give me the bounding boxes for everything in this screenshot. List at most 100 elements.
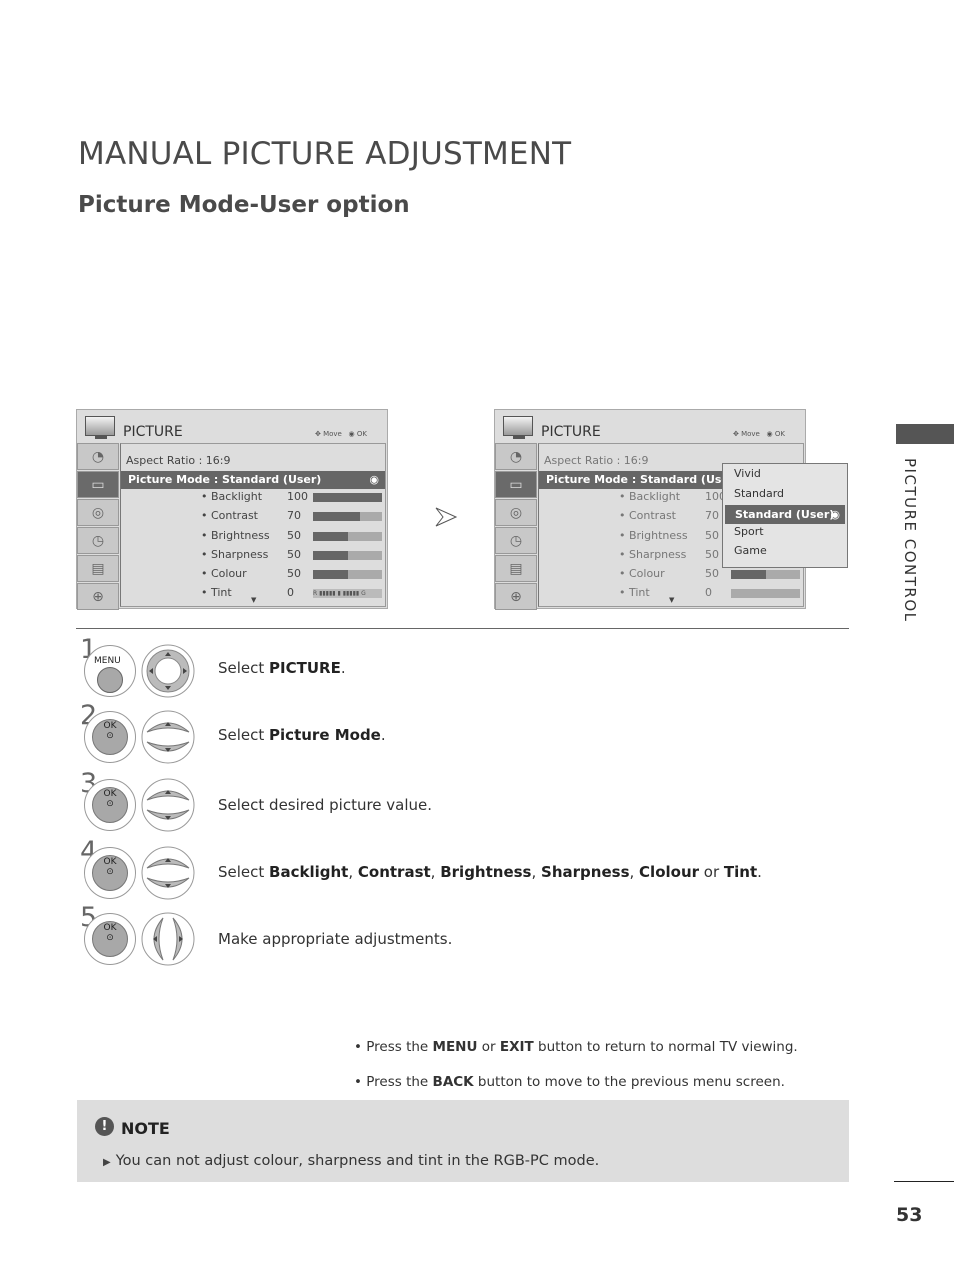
menu-sidebar: ◔ ▭ ◎ ◷ ▤ ⊕ (495, 443, 537, 610)
setting-label: • Sharpness (619, 548, 687, 561)
step-3-text: Select desired picture value. (218, 796, 432, 814)
picture-mode-row[interactable]: Picture Mode : Standard (User) ◉ (121, 471, 385, 489)
picture-icon[interactable]: ▭ (77, 471, 119, 498)
ok-button-label: OK (103, 857, 117, 867)
setting-bar[interactable] (313, 493, 382, 502)
aspect-ratio-row[interactable]: Aspect Ratio : 16:9 (544, 454, 649, 467)
up-down-nav-pad[interactable] (141, 778, 195, 832)
setting-value: 0 (705, 586, 712, 599)
setting-bar[interactable] (313, 551, 382, 560)
setting-backlight[interactable]: • Backlight 100 (201, 489, 461, 505)
four-way-nav-pad[interactable] (141, 644, 195, 698)
page-number-rule (894, 1181, 954, 1182)
setting-bar[interactable] (313, 512, 382, 521)
setting-sharpness[interactable]: • Sharpness 50 (201, 547, 461, 563)
picture-menu-left: PICTURE ✥ Move ◉ OK ◔ ▭ ◎ ◷ ▤ ⊕ Aspect R… (76, 409, 388, 610)
bold-text: Picture Mode (269, 726, 381, 744)
dropdown-option-vivid[interactable]: Vivid (734, 467, 761, 480)
step-2-text: Select Picture Mode. (218, 726, 386, 744)
audio-icon[interactable]: ◎ (495, 499, 537, 526)
bold-text: MENU (432, 1039, 478, 1055)
dropdown-option-standard-user[interactable]: Standard (User) ◉ (725, 505, 845, 524)
picture-mode-label: Picture Mode : Standard (User) (128, 473, 322, 486)
setting-tint[interactable]: • Tint 0 (619, 585, 879, 601)
option-icon[interactable]: ▤ (77, 555, 119, 582)
page-number: 53 (896, 1204, 923, 1226)
tint-scale[interactable]: R ▮▮▮▮▮ ▮ ▮▮▮▮▮ G (313, 589, 382, 598)
menu-button[interactable]: MENU (84, 645, 136, 697)
text: button to return to normal TV viewing. (533, 1039, 798, 1055)
ok-button[interactable]: OK ⊙ (84, 847, 136, 899)
audio-icon[interactable]: ◎ (77, 499, 119, 526)
setting-bar[interactable] (313, 570, 382, 579)
menu-sidebar: ◔ ▭ ◎ ◷ ▤ ⊕ (77, 443, 119, 610)
setting-bar[interactable] (731, 570, 800, 579)
bar-fill (313, 493, 382, 502)
scroll-down-icon[interactable]: ▼ (669, 596, 674, 604)
dropdown-option-game[interactable]: Game (734, 544, 767, 557)
menu-header: PICTURE ✥ Move ◉ OK (77, 410, 387, 442)
time-icon[interactable]: ◷ (77, 527, 119, 554)
setting-brightness[interactable]: • Brightness 50 (201, 528, 461, 544)
left-right-nav-pad[interactable] (141, 912, 195, 966)
menu-button-cap (97, 667, 123, 693)
setting-bar[interactable] (313, 532, 382, 541)
setting-value: 50 (287, 548, 301, 561)
setting-tint[interactable]: • Tint 0 R ▮▮▮▮▮ ▮ ▮▮▮▮▮ G (201, 585, 461, 601)
setting-label: • Tint (201, 586, 232, 599)
note-body: You can not adjust colour, sharpness and… (115, 1153, 600, 1169)
menu-header: PICTURE ✥ Move ◉ OK (495, 410, 805, 442)
setting-value: 100 (287, 490, 308, 503)
bold-text: BACK (432, 1074, 474, 1090)
setting-colour[interactable]: • Colour 50 (201, 566, 461, 582)
step-4-text: Select Backlight, Contrast, Brightness, … (218, 863, 762, 881)
lock-icon[interactable]: ⊕ (495, 583, 537, 610)
up-down-nav-pad[interactable] (141, 846, 195, 900)
time-icon[interactable]: ◷ (495, 527, 537, 554)
bar-fill (313, 570, 348, 579)
text: button to move to the previous menu scre… (473, 1074, 785, 1090)
setting-label: • Colour (201, 567, 247, 580)
bold-text: Sharpness (541, 863, 630, 881)
setting-bar[interactable] (731, 589, 800, 598)
text: Make appropriate adjustments. (218, 930, 453, 948)
setting-colour[interactable]: • Colour 50 (619, 566, 879, 582)
ok-button[interactable]: OK ⊙ (84, 711, 136, 763)
bold-text: Clolour (639, 863, 700, 881)
text: Select (218, 863, 270, 881)
picture-mode-dropdown: Vivid Standard Standard (User) ◉ Sport G… (722, 463, 848, 568)
setting-label: • Brightness (201, 529, 270, 542)
bold-text: PICTURE (269, 659, 341, 677)
picture-setup-icon[interactable]: ◔ (495, 443, 537, 470)
menu-content: Aspect Ratio : 16:9 Picture Mode : Stand… (120, 443, 386, 607)
picture-icon[interactable]: ▭ (495, 471, 537, 498)
up-down-nav-pad[interactable] (141, 710, 195, 764)
ok-button[interactable]: OK ⊙ (84, 913, 136, 965)
bold-text: Tint (723, 863, 758, 881)
bar-fill (313, 532, 348, 541)
ok-button[interactable]: OK ⊙ (84, 779, 136, 831)
note-title: NOTE (121, 1119, 170, 1138)
exclamation-icon: ! (95, 1117, 114, 1136)
step-5-text: Make appropriate adjustments. (218, 930, 452, 948)
aspect-ratio-row[interactable]: Aspect Ratio : 16:9 (126, 454, 231, 467)
option-icon[interactable]: ▤ (495, 555, 537, 582)
setting-contrast[interactable]: • Contrast 70 (201, 508, 461, 524)
hint-ok: OK (356, 430, 367, 438)
menu-title: PICTURE (541, 424, 601, 440)
lock-icon[interactable]: ⊕ (77, 583, 119, 610)
next-arrow-icon (434, 506, 458, 532)
text: Select (218, 659, 270, 677)
scroll-down-icon[interactable]: ▼ (251, 596, 256, 604)
move-icon: ✥ (732, 430, 742, 438)
dropdown-option-sport[interactable]: Sport (734, 525, 764, 538)
bar-fill (731, 570, 766, 579)
bold-text: Backlight (269, 863, 349, 881)
triangle-bullet-icon: ▶ (103, 1157, 111, 1168)
hint-ok: OK (774, 430, 785, 438)
ok-button-label: OK (103, 923, 117, 933)
picture-mode-label: Picture Mode : Standard (User) (546, 473, 740, 486)
dropdown-option-standard[interactable]: Standard (734, 487, 784, 500)
picture-setup-icon[interactable]: ◔ (77, 443, 119, 470)
text: , (348, 863, 358, 881)
